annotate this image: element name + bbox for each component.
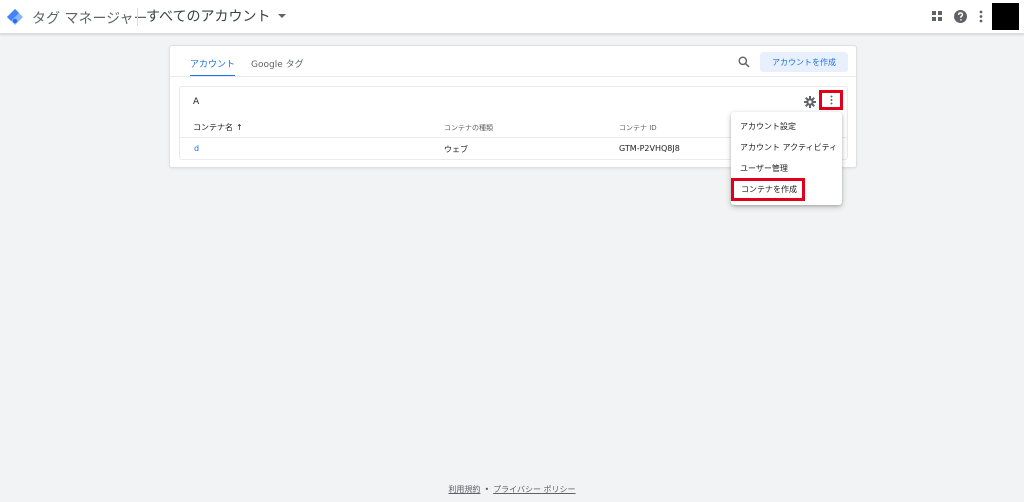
apps-icon[interactable] — [931, 10, 943, 22]
account-switcher-label: すべてのアカウント — [146, 9, 271, 25]
gtm-logo-icon[interactable] — [7, 9, 23, 25]
arrow-up-icon: ↑ — [236, 123, 243, 132]
avatar[interactable] — [992, 3, 1019, 30]
app-title: タグ マネージャー — [32, 11, 148, 27]
column-header-label: コンテナ名 — [193, 123, 233, 132]
account-menu: アカウント設定 アカウント アクティビティ ユーザー管理 コンテナを作成 — [731, 112, 842, 205]
search-icon[interactable] — [738, 56, 750, 68]
container-id-cell: GTM-P2VHQ8J8 — [619, 144, 680, 153]
menu-item-user-management[interactable]: ユーザー管理 — [740, 163, 788, 174]
account-more-button[interactable] — [819, 90, 843, 110]
footer: 利用規約 • プライバシー ポリシー — [0, 484, 1024, 495]
tab-accounts[interactable]: アカウント — [190, 57, 236, 77]
column-header-container-type[interactable]: コンテナの種類 — [444, 123, 493, 133]
gear-icon[interactable] — [804, 96, 816, 108]
menu-item-create-container[interactable]: コンテナを作成 — [731, 178, 805, 201]
account-switcher[interactable]: すべてのアカウント — [146, 6, 287, 26]
tab-bar: アカウント Google タグ — [190, 57, 320, 77]
app-bar: タグ マネージャー すべてのアカウント — [0, 0, 1024, 34]
help-icon[interactable] — [954, 10, 967, 23]
more-vert-icon[interactable] — [979, 10, 983, 23]
footer-separator: • — [484, 485, 490, 494]
tab-google-tag[interactable]: Google タグ — [251, 57, 304, 77]
account-name[interactable]: A — [193, 97, 199, 107]
privacy-link[interactable]: プライバシー ポリシー — [493, 485, 575, 494]
column-header-container-name[interactable]: コンテナ名 ↑ — [193, 122, 243, 133]
column-header-container-id[interactable]: コンテナ ID — [619, 123, 657, 133]
menu-item-account-settings[interactable]: アカウント設定 — [740, 121, 796, 132]
tabs-divider — [170, 76, 856, 77]
menu-item-account-activity[interactable]: アカウント アクティビティ — [740, 142, 837, 153]
caret-down-icon — [278, 14, 287, 18]
container-name-link[interactable]: d — [194, 144, 199, 153]
container-type-cell: ウェブ — [444, 145, 468, 154]
more-vert-icon — [830, 95, 832, 105]
create-account-button[interactable]: アカウントを作成 — [760, 52, 848, 72]
terms-link[interactable]: 利用規約 — [448, 485, 480, 494]
header-divider — [137, 8, 138, 26]
